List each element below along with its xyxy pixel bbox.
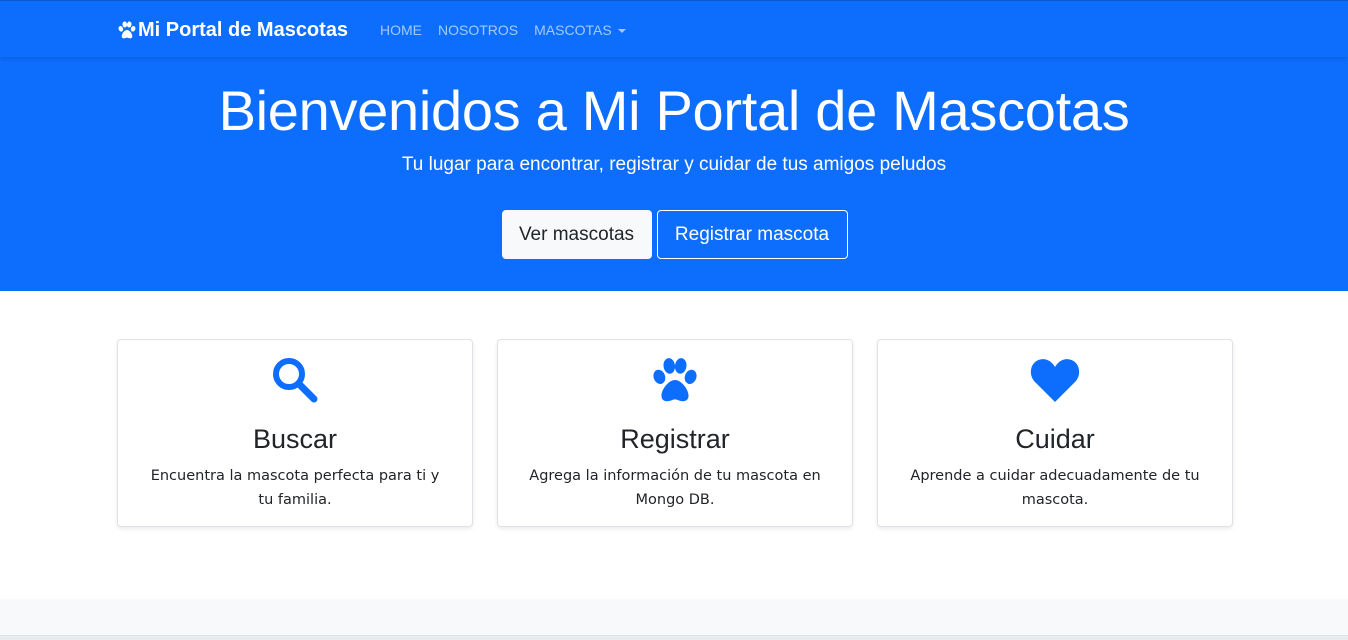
- paw-icon: [498, 356, 852, 404]
- footer-divider: [0, 635, 1348, 640]
- hero-title: Bienvenidos a Mi Portal de Mascotas: [218, 79, 1130, 142]
- footer: [0, 599, 1348, 635]
- brand-label: Mi Portal de Mascotas: [138, 19, 349, 41]
- nav-nosotros-link[interactable]: NOSOTROS: [438, 21, 518, 39]
- search-icon: [118, 356, 472, 404]
- nav-links: HOME NOSOTROS MASCOTAS: [380, 21, 642, 39]
- hero-buttons: Ver mascotas Registrar mascota: [0, 210, 1348, 259]
- nav-home-link[interactable]: HOME: [380, 21, 422, 39]
- feature-title: Registrar: [620, 424, 730, 454]
- feature-text: Encuentra la mascota perfecta para ti y …: [150, 468, 440, 508]
- brand-link[interactable]: Mi Portal de Mascotas: [117, 18, 348, 42]
- feature-title: Cuidar: [1015, 424, 1095, 454]
- hero-section: Bienvenidos a Mi Portal de Mascotas Tu l…: [0, 57, 1348, 291]
- hero-subtitle: Tu lugar para encontrar, registrar y cui…: [401, 154, 947, 175]
- heart-icon: [878, 356, 1232, 404]
- navbar: Mi Portal de Mascotas HOME NOSOTROS MASC…: [0, 0, 1348, 57]
- paw-icon: [117, 21, 137, 39]
- feature-title: Buscar: [252, 424, 338, 454]
- feature-card-cuidar: Cuidar Aprende a cuidar adecuadamente de…: [877, 339, 1233, 527]
- feature-card-registrar: Registrar Agrega la información de tu ma…: [497, 339, 853, 527]
- nav-mascotas-dropdown[interactable]: MASCOTAS: [534, 21, 626, 39]
- features-section: Buscar Encuentra la mascota perfecta par…: [117, 339, 1233, 527]
- feature-text: Agrega la información de tu mascota en M…: [529, 468, 821, 508]
- feature-card-buscar: Buscar Encuentra la mascota perfecta par…: [117, 339, 473, 527]
- registrar-mascota-button[interactable]: Registrar mascota: [656, 210, 848, 259]
- caret-down-icon: [617, 29, 626, 33]
- feature-text: Aprende a cuidar adecuadamente de tu mas…: [910, 468, 1200, 508]
- ver-mascotas-button[interactable]: Ver mascotas: [501, 210, 652, 259]
- nav-mascotas-label: MASCOTAS: [534, 22, 612, 38]
